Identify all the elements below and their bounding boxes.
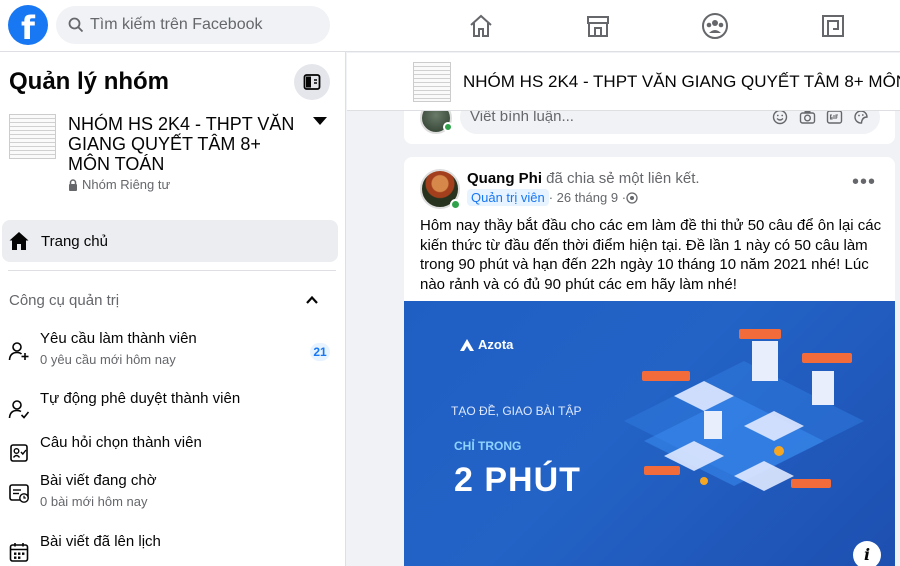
top-navigation-bar: f (0, 0, 900, 52)
azota-brand: Azota (460, 337, 513, 352)
gaming-icon[interactable] (815, 8, 851, 44)
search-icon (68, 17, 84, 33)
group-header-bar: NHÓM HS 2K4 - THPT VĂN GIANG QUYẾT TÂM 8… (347, 53, 900, 111)
sidebar-item-scheduled-posts[interactable]: Bài viết đã lên lịch (0, 533, 346, 566)
globe-icon (626, 191, 638, 204)
page-title[interactable]: NHÓM HS 2K4 - THPT VĂN GIANG QUYẾT TÂM 8… (463, 72, 900, 92)
group-cover-thumbnail[interactable] (413, 62, 451, 102)
link-preview-image[interactable]: Azota TẠO ĐỀ, GIAO BÀI TẬP CHỈ TRONG 2 P… (404, 301, 895, 566)
sidebar-item-subtext: 0 bài mới hôm nay (40, 494, 148, 509)
post-body-text: Hôm nay thầy bắt đầu cho các em làm đề t… (420, 217, 882, 293)
group-cover-thumbnail[interactable] (9, 114, 56, 159)
post-meta: Quản trị viên · 26 tháng 9 · (467, 189, 638, 206)
sidebar-item-label: Tự động phê duyệt thành viên (40, 390, 241, 407)
sidebar-item-label: Bài viết đã lên lịch (40, 533, 161, 550)
admin-role-badge[interactable]: Quản trị viên (467, 189, 549, 206)
image-headline: 2 PHÚT (454, 461, 581, 499)
sidebar-item-label: Trang chủ (41, 232, 108, 250)
divider (8, 270, 336, 271)
house-icon (9, 232, 29, 250)
more-options-button[interactable]: ••• (852, 172, 876, 192)
group-privacy: Nhóm Riêng tư (68, 177, 170, 192)
auto-approve-member-icon (8, 400, 30, 419)
sidebar-toggle-icon (303, 74, 321, 90)
online-status-dot (443, 122, 453, 132)
sidebar-item-label: Bài viết đang chờ (40, 472, 157, 489)
pending-post-icon (9, 484, 29, 503)
marketplace-icon[interactable] (580, 8, 616, 44)
image-subtitle: CHỈ TRONG (454, 439, 522, 453)
brand-name: Azota (478, 337, 514, 352)
sidebar-item-pending-posts[interactable]: Bài viết đang chờ 0 bài mới hôm nay (0, 472, 346, 516)
sidebar-item-member-requests[interactable]: Yêu cầu làm thành viên 0 yêu cầu mới hôm… (0, 330, 346, 374)
groups-icon[interactable] (697, 8, 733, 44)
group-switch-caret-icon[interactable] (313, 117, 327, 125)
sidebar-item-home[interactable]: Trang chủ (2, 220, 338, 262)
lock-icon (69, 178, 77, 191)
sidebar-item-auto-approve[interactable]: Tự động phê duyệt thành viên (0, 390, 346, 434)
post-date[interactable]: · 26 tháng 9 · (549, 190, 626, 205)
sidebar-item-label: Yêu cầu làm thành viên (40, 330, 197, 347)
add-member-icon (8, 342, 29, 361)
group-name[interactable]: NHÓM HS 2K4 - THPT VĂN GIANG QUYẾT TÂM 8… (68, 114, 300, 174)
chevron-up-icon[interactable] (304, 292, 320, 308)
info-icon[interactable]: i (853, 541, 881, 566)
online-status-dot (450, 199, 461, 210)
sidebar-item-label: Câu hỏi chọn thành viên (40, 434, 202, 451)
home-icon[interactable] (463, 8, 499, 44)
author-name[interactable]: Quang Phi (467, 170, 542, 187)
post-action-text: đã chia sẻ một liên kết. (542, 170, 700, 187)
search-input[interactable] (90, 16, 310, 34)
count-badge: 21 (310, 343, 330, 361)
post-header: Quang Phi đã chia sẻ một liên kết. (467, 170, 700, 187)
feed-post: Quang Phi đã chia sẻ một liên kết. Quản … (404, 157, 895, 566)
group-management-sidebar: Quản lý nhóm NHÓM HS 2K4 - THPT VĂN GIAN… (0, 52, 346, 566)
calendar-icon (9, 543, 29, 562)
privacy-label: Nhóm Riêng tư (82, 177, 171, 192)
azota-logo-icon (460, 338, 474, 351)
admin-tools-heading: Công cụ quản trị (9, 292, 120, 309)
question-list-icon (10, 444, 28, 462)
sidebar-title: Quản lý nhóm (9, 68, 170, 95)
search-box[interactable] (56, 6, 330, 44)
facebook-logo[interactable]: f (8, 5, 48, 45)
sidebar-item-subtext: 0 yêu cầu mới hôm nay (40, 352, 176, 367)
image-tagline: TẠO ĐỀ, GIAO BÀI TẬP (451, 404, 582, 418)
collapse-sidebar-button[interactable] (294, 64, 330, 100)
